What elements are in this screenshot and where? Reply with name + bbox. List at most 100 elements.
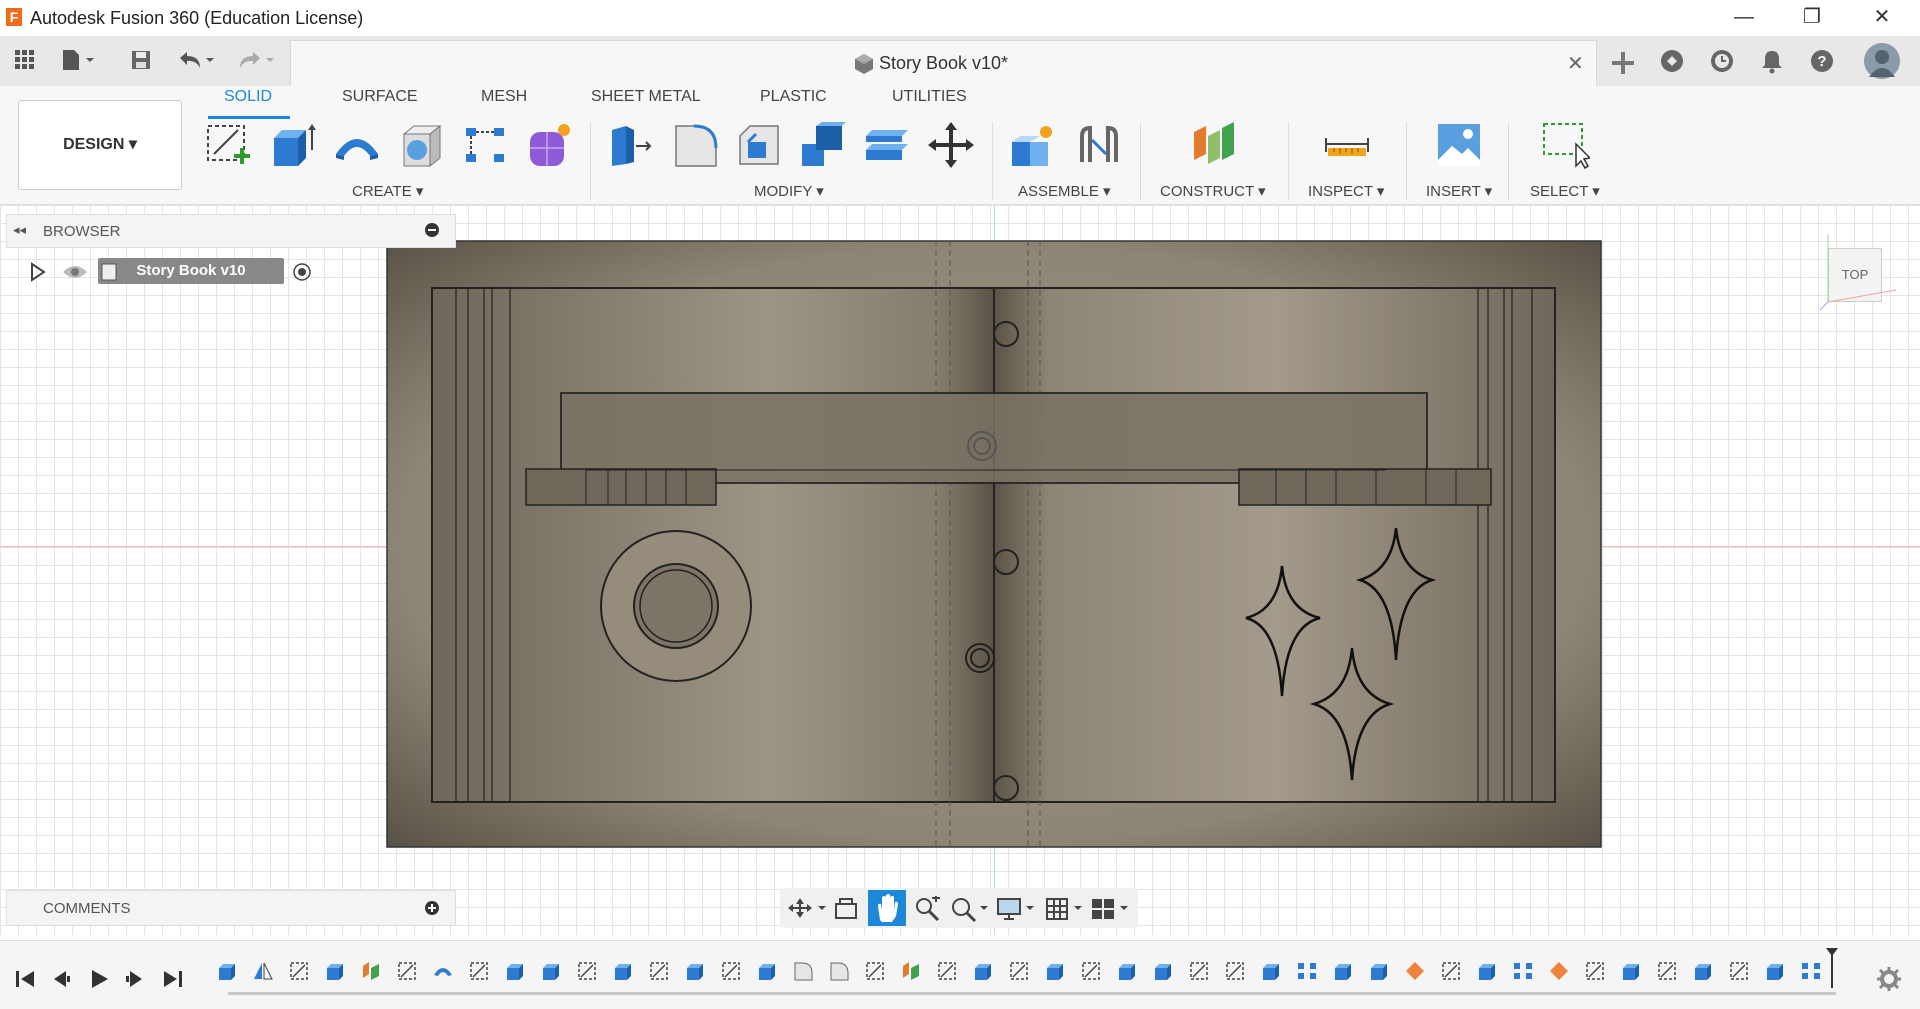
timeline-feature-extrude-icon[interactable] — [1692, 960, 1714, 987]
create-sketch-icon[interactable] — [204, 120, 254, 170]
timeline-feature-fillet-icon[interactable] — [828, 960, 850, 987]
select-window-icon[interactable] — [1540, 120, 1592, 170]
inspect-menu[interactable]: INSPECT ▾ — [1308, 182, 1384, 200]
workspace-switcher[interactable]: DESIGN ▾ — [18, 100, 182, 190]
grid-apps-icon[interactable] — [10, 48, 40, 78]
construct-menu[interactable]: CONSTRUCT ▾ — [1160, 182, 1266, 200]
tab-sheet-metal[interactable]: SHEET METAL — [591, 88, 701, 106]
assemble-menu[interactable]: ASSEMBLE ▾ — [1018, 182, 1111, 200]
timeline-feature-sketch-icon[interactable] — [1080, 960, 1102, 987]
fit-icon[interactable] — [950, 896, 990, 927]
tab-plastic[interactable]: PLASTIC — [760, 88, 827, 106]
close-icon[interactable]: ✕ — [1852, 0, 1912, 36]
step-forward-icon[interactable] — [124, 968, 146, 995]
timeline-feature-extrude-icon[interactable] — [756, 960, 778, 987]
timeline-feature-pattern-icon[interactable] — [1800, 960, 1822, 987]
new-tab-icon[interactable] — [1608, 48, 1638, 78]
timeline-marker[interactable] — [1826, 948, 1838, 988]
timeline-feature-sketch-icon[interactable] — [576, 960, 598, 987]
tab-surface[interactable]: SURFACE — [342, 88, 418, 106]
chamfer-icon[interactable] — [734, 120, 784, 170]
timeline-feature-sketch-icon[interactable] — [864, 960, 886, 987]
timeline-feature-extrude-icon[interactable] — [1620, 960, 1642, 987]
tab-solid[interactable]: SOLID — [224, 88, 272, 106]
timeline-feature-sketch-icon[interactable] — [648, 960, 670, 987]
job-status-icon[interactable] — [1707, 48, 1737, 78]
timeline-feature-extrude-icon[interactable] — [1764, 960, 1786, 987]
timeline-feature-sketch-icon[interactable] — [1224, 960, 1246, 987]
timeline-feature-mirror-icon[interactable] — [252, 960, 274, 987]
display-settings-icon[interactable] — [996, 896, 1036, 927]
undo-icon[interactable] — [176, 48, 214, 78]
minimize-icon[interactable]: — — [1714, 0, 1774, 36]
viewports-icon[interactable] — [1090, 896, 1130, 927]
comments-panel[interactable]: COMMENTS — [6, 890, 456, 926]
expand-arrow-icon[interactable] — [30, 262, 46, 287]
create-form-icon[interactable] — [524, 120, 574, 170]
tab-utilities[interactable]: UTILITIES — [892, 88, 967, 106]
combine-icon[interactable] — [798, 120, 848, 170]
story-book-model[interactable] — [386, 240, 1604, 857]
timeline-scrollbar[interactable] — [228, 992, 1836, 995]
help-icon[interactable]: ? — [1807, 48, 1837, 78]
revolve-icon[interactable] — [332, 120, 382, 170]
timeline-feature-sketch-icon[interactable] — [1728, 960, 1750, 987]
new-component-icon[interactable] — [1008, 120, 1058, 170]
move-copy-icon[interactable] — [926, 120, 976, 170]
look-at-icon[interactable] — [834, 896, 858, 925]
offset-plane-icon[interactable] — [1188, 120, 1238, 170]
timeline-feature-extrude-icon[interactable] — [1044, 960, 1066, 987]
timeline-feature-extrude-icon[interactable] — [1476, 960, 1498, 987]
save-icon[interactable] — [126, 48, 156, 78]
timeline-feature-extrude-icon[interactable] — [1332, 960, 1354, 987]
timeline-feature-plane-icon[interactable] — [360, 960, 382, 987]
timeline-feature-sketch-icon[interactable] — [1008, 960, 1030, 987]
timeline-feature-sketch-icon[interactable] — [1584, 960, 1606, 987]
insert-menu[interactable]: INSERT ▾ — [1426, 182, 1492, 200]
timeline-feature-pattern-icon[interactable] — [1296, 960, 1318, 987]
go-to-end-icon[interactable] — [162, 968, 184, 995]
timeline-feature-sketch-icon[interactable] — [720, 960, 742, 987]
file-menu-icon[interactable] — [60, 48, 94, 78]
redo-icon[interactable] — [236, 48, 274, 78]
timeline-settings-gear-icon[interactable] — [1876, 966, 1902, 997]
add-comment-icon[interactable] — [425, 901, 439, 915]
timeline-feature-extrude-icon[interactable] — [972, 960, 994, 987]
orbit-icon[interactable] — [788, 896, 828, 925]
extensions-icon[interactable] — [1657, 48, 1687, 78]
document-tab[interactable]: Story Book v10* ✕ — [290, 40, 1597, 87]
timeline-feature-revolve-icon[interactable] — [432, 960, 454, 987]
timeline-feature-extrude-icon[interactable] — [540, 960, 562, 987]
zoom-icon[interactable] — [914, 894, 942, 927]
joint-icon[interactable] — [1074, 120, 1124, 170]
close-tab-icon[interactable]: ✕ — [1567, 51, 1584, 76]
rectangular-pattern-icon[interactable] — [460, 120, 510, 170]
pan-icon[interactable] — [868, 890, 906, 926]
collapse-panel-icon[interactable]: ◂◂ — [13, 222, 26, 238]
timeline-feature-pattern-icon[interactable] — [1512, 960, 1534, 987]
timeline-feature-plane-icon[interactable] — [900, 960, 922, 987]
canvas-image-icon[interactable] — [1434, 120, 1484, 170]
restore-icon[interactable]: ❐ — [1782, 0, 1842, 36]
tab-mesh[interactable]: MESH — [481, 88, 527, 106]
timeline-feature-extrude-icon[interactable] — [612, 960, 634, 987]
timeline-feature-sketch-icon[interactable] — [288, 960, 310, 987]
measure-icon[interactable] — [1322, 120, 1372, 170]
grid-settings-icon[interactable] — [1044, 896, 1084, 927]
visibility-eye-icon[interactable] — [62, 264, 88, 285]
timeline-feature-form-icon[interactable] — [1404, 960, 1426, 987]
avatar[interactable] — [1864, 43, 1900, 79]
timeline-feature-extrude-icon[interactable] — [1116, 960, 1138, 987]
minimize-panel-icon[interactable] — [425, 223, 439, 237]
fillet-icon[interactable] — [670, 120, 720, 170]
press-pull-icon[interactable] — [606, 120, 656, 170]
timeline-feature-sketch-icon[interactable] — [1656, 960, 1678, 987]
timeline-feature-extrude-icon[interactable] — [504, 960, 526, 987]
timeline-feature-extrude-icon[interactable] — [684, 960, 706, 987]
timeline-feature-sketch-icon[interactable] — [468, 960, 490, 987]
extrude-icon[interactable] — [268, 120, 318, 170]
timeline-feature-extrude-icon[interactable] — [1260, 960, 1282, 987]
timeline-feature-form-icon[interactable] — [1548, 960, 1570, 987]
select-menu[interactable]: SELECT ▾ — [1530, 182, 1600, 200]
offset-faces-icon[interactable] — [862, 120, 912, 170]
